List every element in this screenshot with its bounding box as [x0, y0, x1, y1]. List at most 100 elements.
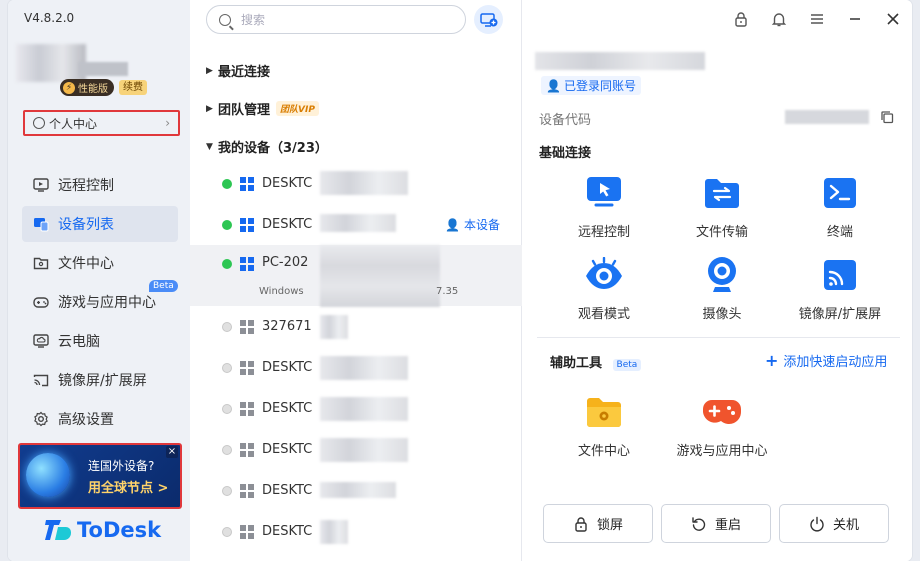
redacted-text [320, 482, 396, 498]
global-node-promo-banner[interactable]: 连国外设备? 用全球节点 > × [18, 443, 182, 509]
add-quick-launch-label: 添加快速启动应用 [783, 355, 888, 370]
mirror-screen-tile[interactable]: 镜像屏/扩展屏 [780, 255, 900, 322]
close-button[interactable] [874, 0, 912, 38]
tile-label: 文件传输 [695, 225, 748, 240]
group-my-devices[interactable]: ▼ 我的设备（3/23） [206, 137, 328, 156]
group-label: 团队管理 [218, 103, 271, 118]
window-toolbar [722, 0, 912, 38]
search-input[interactable]: 搜索 [206, 5, 466, 34]
folder-icon [32, 254, 50, 272]
sidebar-item-remote-control[interactable]: 远程控制 [22, 167, 178, 203]
personal-center-label: 个人中心 [49, 116, 98, 131]
terminal-tile[interactable]: 终端 [780, 173, 900, 240]
lock-screen-button[interactable]: 锁屏 [543, 504, 653, 543]
device-detail-panel: 👤 已登录同账号 设备代码 基础连接 远程控制 文件传输 终端 观看模式 摄像头… [523, 0, 912, 561]
menu-icon [811, 14, 823, 24]
minimize-button[interactable] [836, 0, 874, 38]
team-vip-badge: 团队VIP [276, 101, 319, 116]
file-transfer-tile[interactable]: 文件传输 [662, 173, 782, 240]
avatar[interactable] [16, 44, 86, 82]
gamepad-icon [32, 293, 50, 311]
device-name: DESKTC [262, 483, 313, 498]
cast-icon [32, 371, 50, 389]
cast-icon [820, 255, 860, 295]
sidebar-item-device-list[interactable]: 设备列表 [22, 206, 178, 242]
redacted-text [320, 397, 408, 421]
watch-mode-tile[interactable]: 观看模式 [544, 255, 664, 322]
group-recent[interactable]: ▶ 最近连接 [206, 61, 270, 80]
notification-button[interactable] [760, 0, 798, 38]
redacted-text [320, 214, 396, 232]
add-device-button[interactable] [474, 5, 503, 34]
offline-status-dot [222, 444, 232, 455]
sidebar-item-label: 设备列表 [58, 217, 114, 233]
lock-screen-label: 锁屏 [596, 518, 623, 533]
power-icon [810, 516, 824, 531]
device-name: DESKTC [262, 401, 313, 416]
performance-badge[interactable]: ⚡ 性能版 [60, 79, 114, 96]
sidebar-item-label: 高级设置 [58, 412, 114, 428]
camera-tile[interactable]: 摄像头 [662, 255, 782, 322]
restart-label: 重启 [714, 518, 741, 533]
device-name: PC-202 [262, 255, 309, 270]
remote-control-icon [584, 173, 624, 213]
restart-icon [692, 516, 706, 531]
close-icon[interactable]: × [166, 446, 178, 458]
redacted-text [320, 171, 408, 195]
beta-tag: Beta [149, 280, 178, 292]
sidebar-item-game-app-center[interactable]: 游戏与应用中心 Beta [22, 280, 178, 320]
device-row[interactable]: DESKTC [190, 511, 522, 552]
close-icon [887, 13, 899, 25]
group-team[interactable]: ▶ 团队管理 团队VIP [206, 99, 319, 118]
tile-label: 文件中心 [577, 444, 630, 459]
search-icon [219, 13, 231, 26]
redacted-text [320, 438, 408, 462]
performance-badge-label: 性能版 [78, 84, 108, 95]
group-label: 我的设备（3/23） [218, 141, 328, 156]
sidebar: V4.8.2.0 ⚡ 性能版 续费 个人中心 › 远程控制 设备列表 文件中心 … [8, 0, 190, 561]
aux-tools-label: 辅助工具 [550, 356, 603, 371]
sidebar-item-file-center[interactable]: 文件中心 [22, 245, 178, 281]
file-center-tile[interactable]: 文件中心 [544, 392, 664, 459]
camera-icon [702, 255, 742, 295]
logged-in-label: 已登录同账号 [563, 79, 636, 93]
todesk-window: V4.8.2.0 ⚡ 性能版 续费 个人中心 › 远程控制 设备列表 文件中心 … [8, 0, 912, 561]
redacted-text [320, 245, 440, 307]
sidebar-item-cloud-pc[interactable]: 云电脑 [22, 323, 178, 359]
monitor-icon [32, 176, 50, 194]
redacted-text [320, 315, 348, 339]
device-row[interactable]: 327671 [190, 306, 522, 347]
shutdown-button[interactable]: 关机 [779, 504, 889, 543]
online-status-dot [222, 178, 232, 189]
todesk-logo-icon [45, 518, 71, 542]
online-status-dot [222, 219, 232, 230]
logged-in-same-account-tag: 👤 已登录同账号 [541, 76, 641, 95]
copy-icon[interactable] [880, 109, 894, 124]
todesk-logo: ToDesk [45, 518, 161, 542]
eye-icon [584, 255, 624, 295]
search-placeholder: 搜索 [241, 13, 266, 27]
renew-badge[interactable]: 续费 [119, 80, 147, 95]
device-os: Windows [259, 286, 304, 297]
tile-label: 游戏与应用中心 [676, 444, 768, 459]
sidebar-item-label: 游戏与应用中心 [58, 295, 156, 311]
game-app-center-tile[interactable]: 游戏与应用中心 [662, 392, 782, 459]
windows-icon [240, 483, 254, 498]
restart-button[interactable]: 重启 [661, 504, 771, 543]
plus-icon: + [765, 350, 779, 370]
aux-tools-title: 辅助工具 Beta [550, 352, 642, 371]
remote-control-tile[interactable]: 远程控制 [544, 173, 664, 240]
promo-line1: 连国外设备? [88, 459, 155, 473]
windows-icon [240, 401, 254, 416]
cloud-pc-icon [32, 332, 50, 350]
globe-icon [26, 453, 70, 497]
sidebar-item-mirror-screen[interactable]: 镜像屏/扩展屏 [22, 362, 178, 398]
this-device-tag: 👤 本设备 [445, 216, 500, 233]
lock-button[interactable] [722, 0, 760, 38]
sidebar-item-advanced-settings[interactable]: 高级设置 [22, 401, 178, 437]
personal-center-button[interactable]: 个人中心 › [23, 110, 180, 136]
add-quick-launch-button[interactable]: + 添加快速启动应用 [765, 351, 887, 370]
sidebar-item-label: 镜像屏/扩展屏 [58, 373, 147, 389]
beta-tag: Beta [612, 359, 642, 371]
menu-button[interactable] [798, 0, 836, 38]
